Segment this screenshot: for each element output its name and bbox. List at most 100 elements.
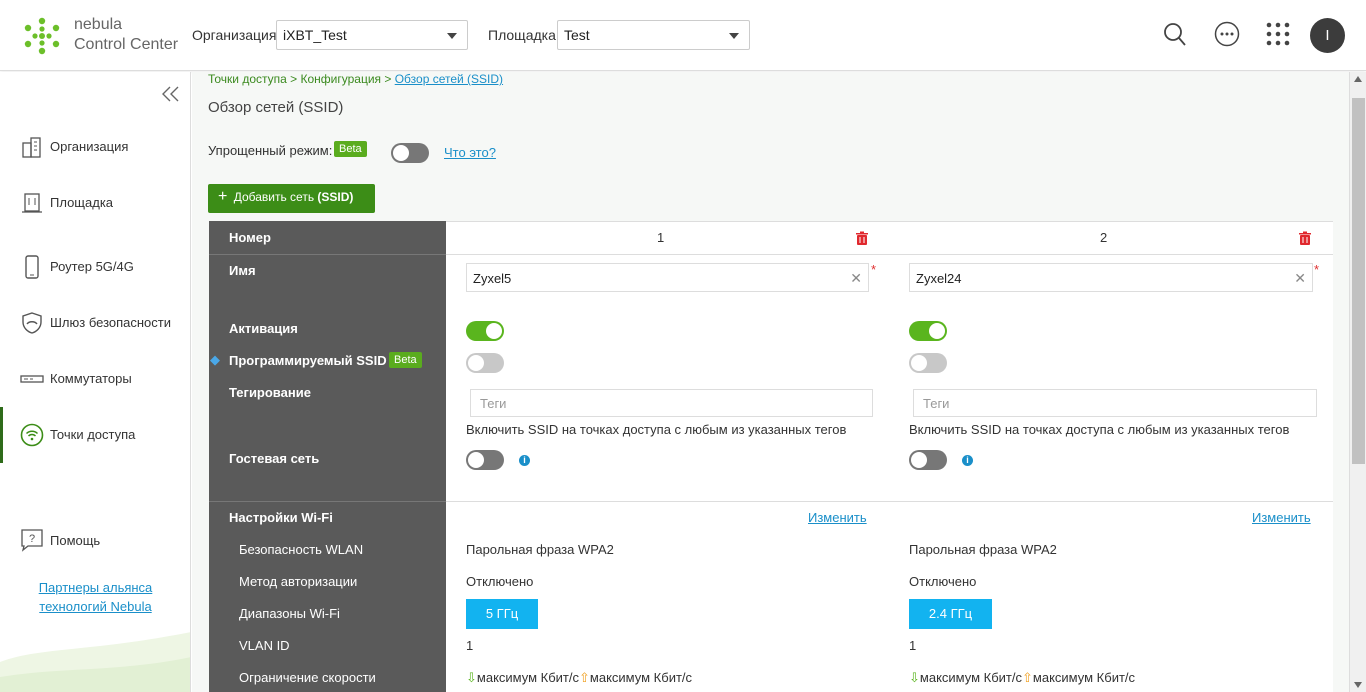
- tags-input[interactable]: Теги: [913, 389, 1317, 417]
- auth-method-value: Отключено: [466, 574, 534, 589]
- sidebar-item-label: Шлюз безопасности: [50, 315, 172, 330]
- help-link[interactable]: Помощь: [50, 533, 100, 548]
- building-icon: [22, 137, 41, 158]
- download-icon: ⇩: [466, 670, 477, 685]
- scroll-thumb[interactable]: [1352, 98, 1365, 464]
- add-ssid-button[interactable]: + Добавить сеть (SSID): [208, 184, 375, 213]
- edit-link[interactable]: Изменить: [808, 510, 867, 525]
- programmable-ssid-toggle[interactable]: [466, 353, 504, 373]
- page-title: Обзор сетей (SSID): [208, 99, 344, 116]
- sidebar-item-switches[interactable]: Коммутаторы: [0, 351, 190, 407]
- beta-badge: Beta: [334, 141, 367, 157]
- wlan-security-value: Парольная фраза WPA2: [466, 542, 614, 557]
- sidebar-item-label: Точки доступа: [50, 427, 136, 442]
- info-icon[interactable]: i: [962, 455, 973, 466]
- divider: [209, 254, 446, 255]
- rate-limit-value: ⇩максимум Кбит/с⇧максимум Кбит/с: [909, 670, 1136, 685]
- search-icon[interactable]: [1160, 19, 1190, 49]
- chevron-down-icon: [447, 33, 457, 39]
- guest-network-toggle[interactable]: [466, 450, 504, 470]
- collapse-sidebar-icon[interactable]: [160, 84, 182, 104]
- beta-badge: Beta: [389, 352, 422, 368]
- row-label-wlan-security: Безопасность WLAN: [239, 542, 364, 557]
- sidebar-item-security-gateway[interactable]: Шлюз безопасности: [0, 295, 190, 351]
- edit-link[interactable]: Изменить: [1252, 510, 1311, 525]
- shield-icon: [22, 312, 42, 334]
- simple-mode-toggle[interactable]: [391, 143, 429, 163]
- sidebar-item-access-points[interactable]: Точки доступа: [0, 407, 190, 463]
- row-label-wifi-bands: Диапазоны Wi-Fi: [239, 606, 340, 621]
- phone-icon: [25, 255, 39, 279]
- ssid-number: 2: [1100, 230, 1108, 245]
- auth-method-value: Отключено: [909, 574, 977, 589]
- wifi-band-badge: 2.4 ГГц: [909, 599, 992, 629]
- clear-icon[interactable]: ✕: [850, 270, 862, 287]
- switch-icon: [20, 375, 44, 383]
- nebula-logo-icon[interactable]: [22, 16, 62, 56]
- scroll-up-icon[interactable]: [1354, 76, 1362, 82]
- row-label-rate-limit: Ограничение скорости: [239, 670, 376, 685]
- sidebar-item-label: Организация: [50, 139, 129, 154]
- row-label-number: Номер: [229, 230, 271, 245]
- download-icon: ⇩: [909, 670, 920, 685]
- decorative-hills: [0, 632, 190, 692]
- trash-icon[interactable]: [855, 231, 869, 245]
- breadcrumb: Точки доступа > Конфигурация > Обзор сет…: [208, 72, 503, 86]
- sidebar-item-router[interactable]: Роутер 5G/4G: [0, 239, 190, 295]
- clear-icon[interactable]: ✕: [1294, 270, 1306, 287]
- upload-icon: ⇧: [1022, 670, 1033, 685]
- site-label: Площадка:: [488, 27, 560, 43]
- tags-input[interactable]: Теги: [470, 389, 873, 417]
- activation-toggle[interactable]: [466, 321, 504, 341]
- scroll-down-icon[interactable]: [1354, 682, 1362, 688]
- sidebar-item-label: Роутер 5G/4G: [50, 259, 134, 274]
- site-select[interactable]: Test: [557, 20, 750, 50]
- row-label-activation: Активация: [229, 321, 298, 336]
- plus-icon: +: [218, 188, 228, 205]
- more-icon[interactable]: [1212, 19, 1242, 49]
- sidebar-item-label: Коммутаторы: [50, 371, 132, 386]
- apps-grid-icon[interactable]: [1263, 19, 1293, 49]
- row-label-tagging: Тегирование: [229, 385, 311, 400]
- svg-text:?: ?: [29, 533, 35, 545]
- wifi-band-badge: 5 ГГц: [466, 599, 538, 629]
- tags-hint: Включить SSID на точках доступа с любым …: [909, 422, 1290, 437]
- sidebar-item-site[interactable]: Площадка: [0, 175, 190, 231]
- programmable-ssid-toggle[interactable]: [909, 353, 947, 373]
- breadcrumb-path[interactable]: Точки доступа > Конфигурация >: [208, 72, 395, 86]
- simple-mode-label: Упрощенный режим:: [208, 143, 333, 158]
- breadcrumb-current[interactable]: Обзор сетей (SSID): [395, 72, 503, 86]
- wifi-icon: [20, 423, 44, 447]
- row-label-vlan-id: VLAN ID: [239, 638, 290, 653]
- row-label-name: Имя: [229, 263, 256, 278]
- rate-limit-value: ⇩максимум Кбит/с⇧максимум Кбит/с: [466, 670, 693, 685]
- trash-icon[interactable]: [1298, 231, 1312, 245]
- tags-hint: Включить SSID на точках доступа с любым …: [466, 422, 847, 437]
- guest-network-toggle[interactable]: [909, 450, 947, 470]
- main-content: Точки доступа > Конфигурация > Обзор сет…: [192, 72, 1349, 692]
- site-icon: [22, 193, 42, 213]
- ssid-name-field[interactable]: Zyxel24 ✕: [909, 263, 1313, 292]
- row-label-guest: Гостевая сеть: [229, 451, 320, 466]
- top-bar: nebula Control Center Организация: iXBT_…: [0, 0, 1366, 71]
- sidebar-item-organization[interactable]: Организация: [0, 119, 190, 175]
- what-is-this-link[interactable]: Что это?: [444, 145, 496, 160]
- scrollbar[interactable]: [1349, 72, 1366, 692]
- activation-toggle[interactable]: [909, 321, 947, 341]
- divider: [209, 501, 446, 502]
- ssid-name-field[interactable]: Zyxel5 ✕: [466, 263, 869, 292]
- help-icon[interactable]: ?: [20, 528, 44, 552]
- diamond-icon: ◆: [210, 352, 220, 367]
- org-select[interactable]: iXBT_Test: [276, 20, 468, 50]
- required-marker: *: [871, 262, 877, 277]
- row-label-programmable-ssid: Программируемый SSID: [229, 353, 387, 368]
- vlan-id-value: 1: [909, 638, 917, 653]
- wlan-security-value: Парольная фраза WPA2: [909, 542, 1057, 557]
- row-label-wifi-settings: Настройки Wi-Fi: [229, 510, 333, 525]
- row-label-auth-method: Метод авторизации: [239, 574, 358, 589]
- ssid-number: 1: [657, 230, 665, 245]
- sidebar: Организация Площадка Роутер 5G/4G Шлюз б…: [0, 72, 191, 692]
- avatar[interactable]: I: [1310, 18, 1345, 53]
- sidebar-item-label: Площадка: [50, 195, 114, 210]
- info-icon[interactable]: i: [519, 455, 530, 466]
